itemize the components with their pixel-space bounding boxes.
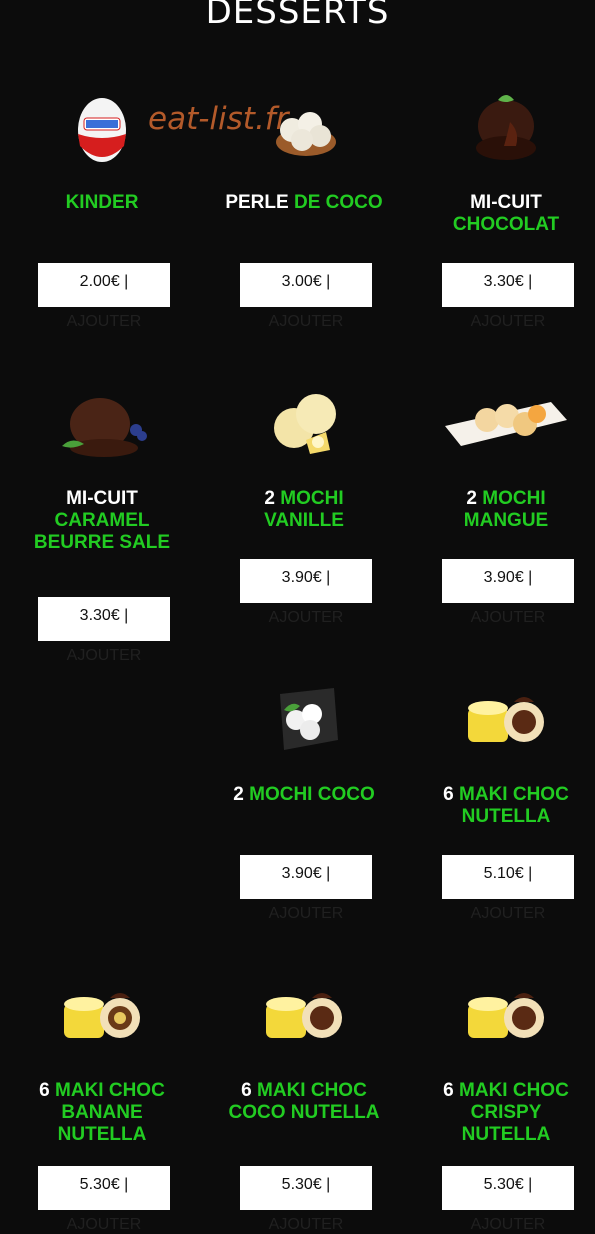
mochi-mango-icon[interactable] xyxy=(441,384,571,464)
mochi-vanilla-icon[interactable] xyxy=(256,384,352,464)
mochi-coco-icon[interactable] xyxy=(256,680,352,760)
add-to-cart-button[interactable]: 5.30€ | AJOUTER xyxy=(442,1166,574,1233)
add-to-cart-button[interactable]: 3.30€ | AJOUTER xyxy=(38,597,170,664)
add-to-cart-button[interactable]: 3.90€ | AJOUTER xyxy=(240,855,372,922)
add-to-cart-button[interactable]: 5.30€ | AJOUTER xyxy=(240,1166,372,1233)
page-title: DESSERTS xyxy=(205,0,390,32)
chocolate-lava-cake-icon[interactable] xyxy=(458,88,554,168)
product-name: 2 MOCHI VANILLE xyxy=(264,488,344,531)
add-to-cart-button[interactable]: 2.00€ | AJOUTER xyxy=(38,263,170,330)
coconut-pearls-icon[interactable] xyxy=(256,88,352,168)
add-to-cart-button[interactable]: 3.00€ | AJOUTER xyxy=(240,263,372,330)
product-name: 6 MAKI CHOC CRISPY NUTELLA xyxy=(443,1080,569,1145)
caramel-lava-cake-icon[interactable] xyxy=(54,384,150,464)
add-to-cart-button[interactable]: 5.30€ | AJOUTER xyxy=(38,1166,170,1233)
product-name: 2 MOCHI MANGUE xyxy=(463,488,549,531)
product-name: PERLE DE COCO xyxy=(225,192,383,213)
product-name: MI-CUIT CARAMEL BEURRE SALE xyxy=(33,488,171,553)
product-name: 6 MAKI CHOC BANANE NUTELLA xyxy=(39,1080,165,1145)
maki-choc-coco-icon[interactable] xyxy=(256,976,352,1056)
product-name: MI-CUIT CHOCOLAT xyxy=(452,192,560,235)
kinder-egg-icon[interactable] xyxy=(54,88,150,168)
add-to-cart-button[interactable]: 3.30€ | AJOUTER xyxy=(442,263,574,330)
add-to-cart-button[interactable]: 5.10€ | AJOUTER xyxy=(442,855,574,922)
maki-choc-crispy-icon[interactable] xyxy=(458,976,554,1056)
add-to-cart-button[interactable]: 3.90€ | AJOUTER xyxy=(442,559,574,626)
product-name: 2 MOCHI COCO xyxy=(233,784,375,805)
maki-choc-banana-icon[interactable] xyxy=(54,976,150,1056)
product-name: 6 MAKI CHOC COCO NUTELLA xyxy=(228,1080,380,1123)
maki-choc-icon[interactable] xyxy=(458,680,554,760)
product-name: 6 MAKI CHOC NUTELLA xyxy=(443,784,569,827)
add-to-cart-button[interactable]: 3.90€ | AJOUTER xyxy=(240,559,372,626)
product-name: KINDER xyxy=(65,192,139,213)
